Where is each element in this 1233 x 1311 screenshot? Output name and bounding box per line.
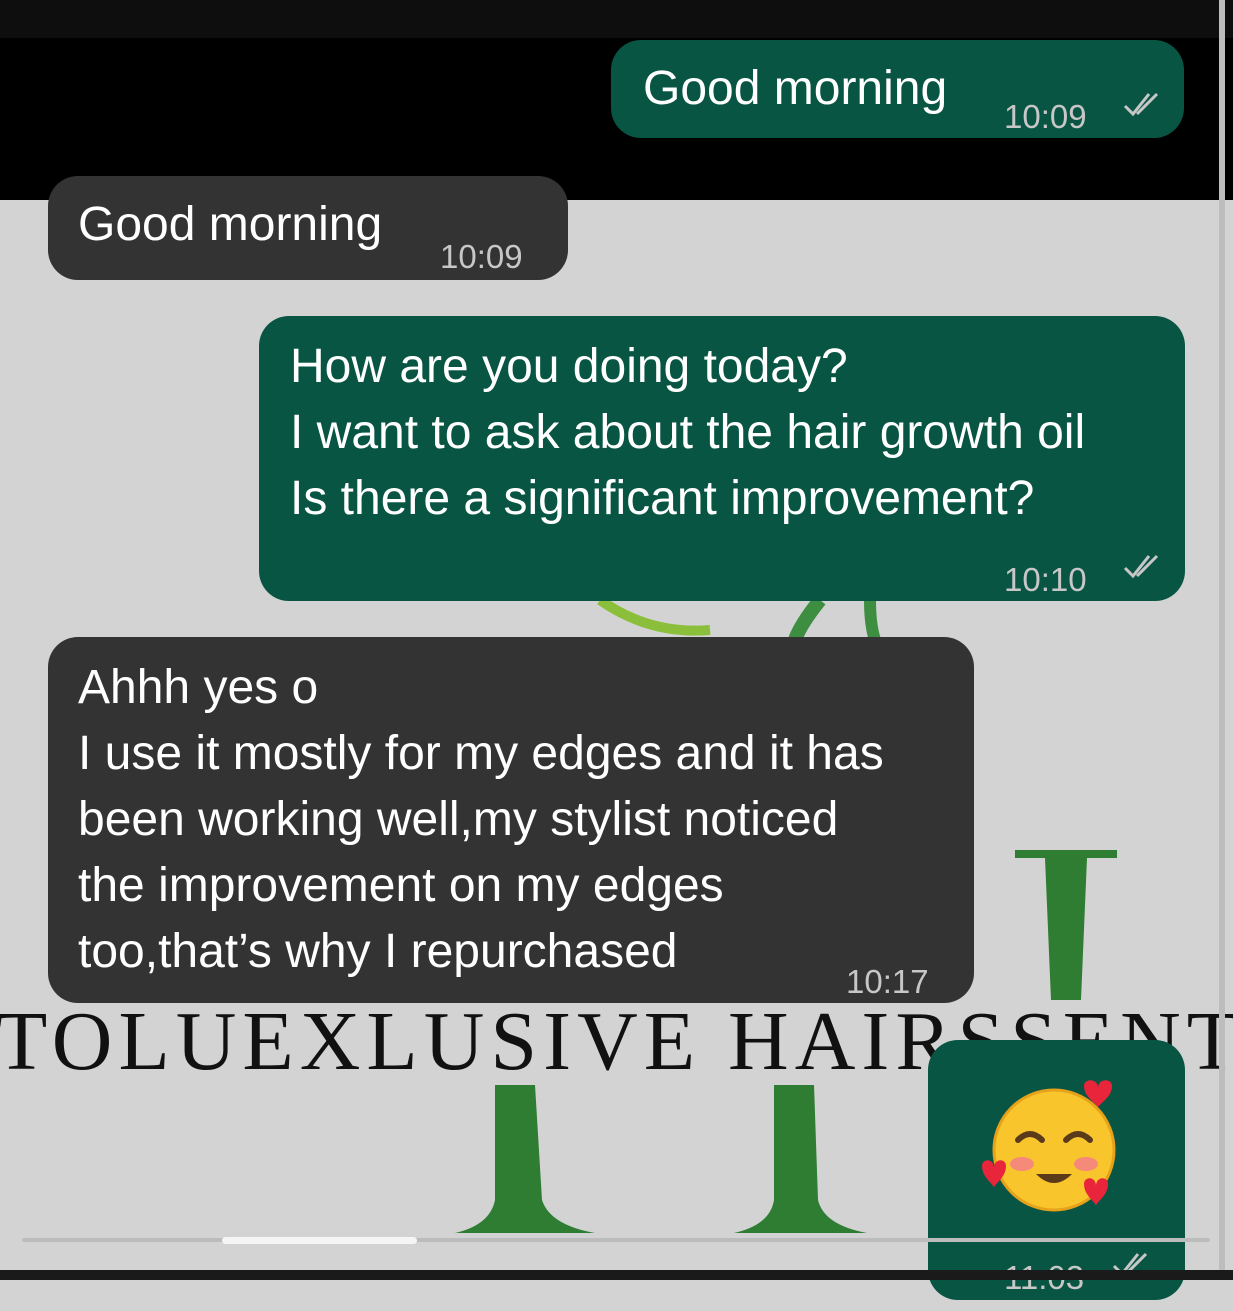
logo-pillar-icon: [455, 1085, 595, 1233]
double-check-read-icon: [1123, 554, 1159, 579]
message-time: 10:10: [1004, 561, 1087, 598]
message-text-line: How are you doing today?: [290, 340, 848, 393]
logo-pillar-icon: [1015, 850, 1117, 1000]
bottom-edge: [0, 1270, 1233, 1280]
double-check-read-icon: [1123, 92, 1159, 117]
message-bubble-incoming[interactable]: Good morning 10:09: [48, 176, 568, 280]
message-bubble-outgoing[interactable]: How are you doing today? I want to ask a…: [259, 316, 1185, 601]
message-text-line: been working well,my stylist noticed: [78, 793, 839, 846]
message-text-line: Is there a significant improvement?: [290, 472, 1035, 525]
message-text-line: the improvement on my edges: [78, 859, 724, 912]
message-text-line: I want to ask about the hair growth oil: [290, 406, 1086, 459]
logo-pillar-icon: [734, 1085, 867, 1233]
message-bubble-outgoing-emoji[interactable]: 11:03: [928, 1040, 1185, 1300]
scroll-rail: [1219, 0, 1225, 1280]
message-time: 10:09: [440, 238, 523, 275]
message-text-line: Ahhh yes o: [78, 661, 319, 714]
message-bubble-incoming[interactable]: Ahhh yes o I use it mostly for my edges …: [48, 637, 974, 1003]
message-text: Good morning: [78, 198, 383, 251]
message-text-line: too,that’s why I repurchased: [78, 925, 678, 978]
smiling-face-with-hearts-icon: [982, 1080, 1116, 1212]
message-bubble-outgoing[interactable]: Good morning 10:09: [611, 40, 1184, 138]
message-text: Good morning: [643, 62, 948, 115]
message-text-line: I use it mostly for my edges and it has: [78, 727, 884, 780]
horizontal-scrollbar[interactable]: [22, 1238, 1210, 1242]
status-bar: [0, 0, 1233, 38]
scrollbar-thumb[interactable]: [222, 1237, 417, 1244]
message-time: 10:17: [846, 963, 929, 1000]
message-time: 10:09: [1004, 98, 1087, 135]
